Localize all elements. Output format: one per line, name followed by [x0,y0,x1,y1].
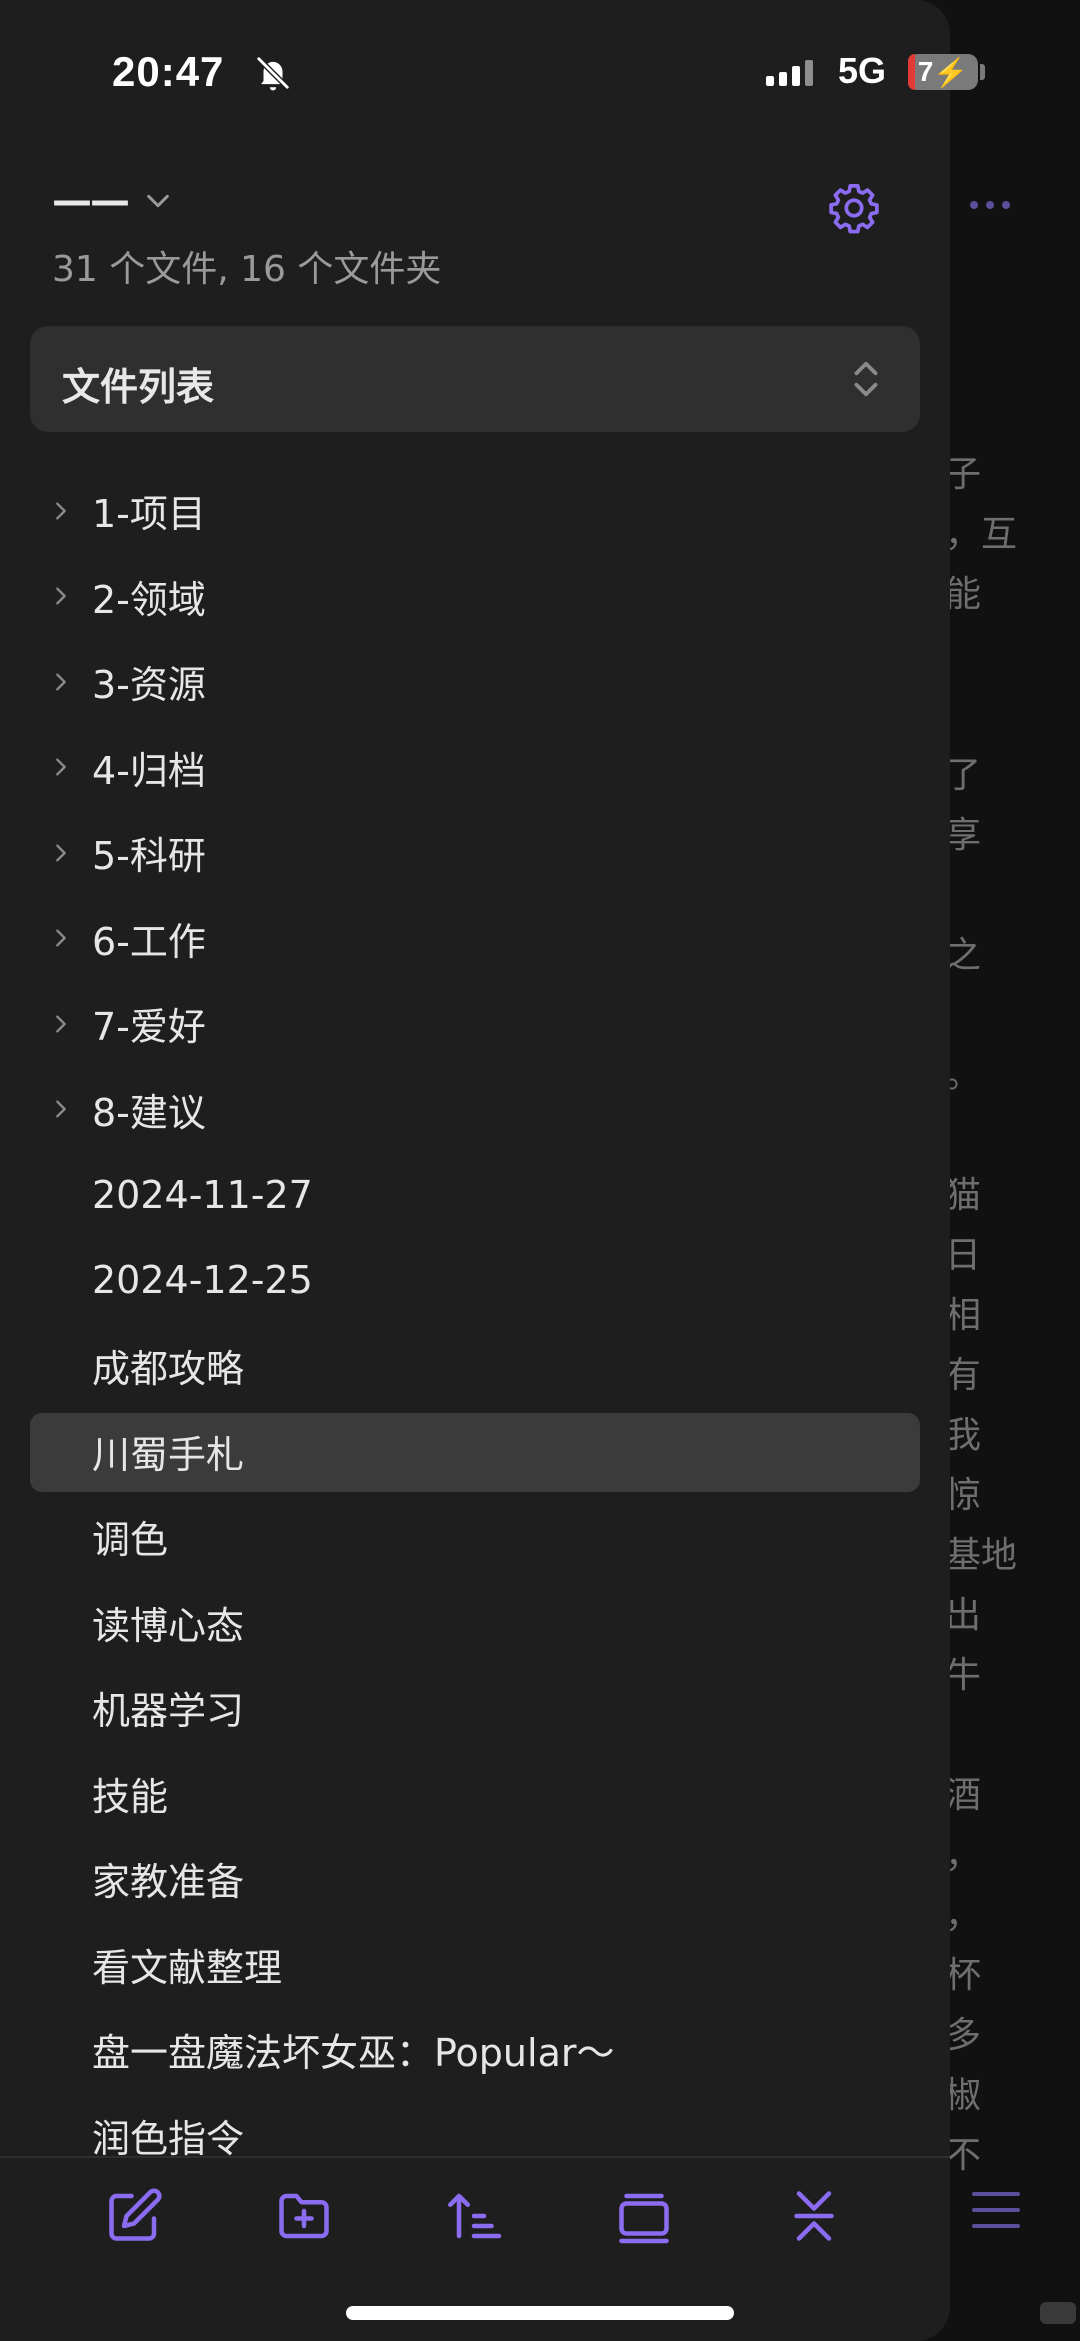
tree-item-label: 家教准备 [92,1860,245,1905]
tree-item-label: 技能 [92,1774,169,1819]
chevron-right-icon[interactable] [50,671,72,693]
bg-text: 之 [945,935,982,976]
charging-bolt-icon: ⚡ [933,56,969,88]
file-item[interactable]: 2024-12-25 [0,1238,950,1324]
file-item[interactable]: 调色 [0,1494,950,1580]
file-item[interactable]: 成都攻略 [0,1323,950,1409]
tree-item-label: 3-资源 [92,663,206,708]
file-item[interactable]: 技能 [0,1751,950,1837]
tree-item-label: 盘一盘魔法坏女巫：Popular～ [92,2031,615,2076]
tree-item-label: 7-爱好 [92,1005,206,1050]
new-note-icon[interactable] [104,2186,164,2246]
file-item[interactable]: 盘一盘魔法坏女巫：Popular～ [0,2007,950,2093]
file-tree: 1-项目 2-领域 3-资源 4-归档 5-科研 6-工作 7-爱好 8-建议 2024-11-… [0,468,950,2178]
file-item[interactable]: 机器学习 [0,1665,950,1751]
tree-item-label: 2024-11-27 [92,1172,313,1217]
vault-file-counts: 31 个文件, 16 个文件夹 [52,249,442,290]
chevron-right-icon[interactable] [50,585,72,607]
bg-text: 有 [945,1355,982,1396]
folder-item[interactable]: 4-归档 [0,725,950,811]
battery-tip [980,64,985,80]
tree-item-label: 8-建议 [92,1090,206,1135]
tree-item-label: 看文献整理 [92,1945,283,1990]
home-indicator[interactable] [346,2306,734,2320]
bg-text: 猫 [945,1175,982,1216]
bg-text: ， [945,1895,982,1936]
tree-item-label: 2024-12-25 [92,1258,313,1303]
network-type: 5G [838,50,887,91]
bg-text: 了 [945,755,982,796]
status-bar: 20:47 5G 7 ⚡ [0,40,1080,110]
bg-text: 。 [945,1055,982,1096]
bg-text: 牛 [945,1655,982,1696]
chevron-right-icon[interactable] [50,842,72,864]
tree-item-label: 调色 [92,1518,169,1563]
bg-text: 相 [945,1295,982,1336]
folder-item[interactable]: 8-建议 [0,1067,950,1153]
tree-item-label: 川蜀手札 [92,1432,245,1477]
file-item[interactable]: 读博心态 [0,1580,950,1666]
chevron-up-down-icon [854,361,878,397]
tree-item-label: 机器学习 [92,1689,245,1734]
bg-text: 酒 [945,1775,982,1816]
tree-item-label: 6-工作 [92,919,206,964]
file-item[interactable]: 看文献整理 [0,1922,950,2008]
folder-item[interactable]: 3-资源 [0,639,950,725]
battery-level: 7 [917,56,934,87]
bg-text: 我 [945,1415,982,1456]
bell-slash-icon [256,56,290,91]
folder-item[interactable]: 1-项目 [0,468,950,554]
folder-item[interactable]: 7-爱好 [0,981,950,1067]
bg-text: 日 [945,1235,982,1276]
vault-name: —— [52,178,130,224]
tree-item-label: 读博心态 [92,1603,245,1648]
file-item[interactable]: 家教准备 [0,1836,950,1922]
bg-text: 惊 [945,1475,982,1516]
chevron-right-icon[interactable] [50,500,72,522]
tree-item-label: 1-项目 [92,492,206,537]
view-selector-label: 文件列表 [62,365,215,409]
bg-text: 不 [945,2135,982,2176]
menu-icon[interactable] [972,2192,1020,2240]
view-selector[interactable]: 文件列表 [30,326,920,432]
signal-strength-icon [766,60,813,86]
bg-text: ， [945,1835,982,1876]
chevron-right-icon[interactable] [50,1013,72,1035]
sort-order-icon[interactable] [444,2186,504,2246]
file-explorer-drawer: —— 31 个文件, 16 个文件夹 文件列表 1-项目 2-领域 3-资源 4-归档… [0,0,950,2341]
tree-item-label: 2-领域 [92,577,206,622]
bg-text: 子 [945,454,982,495]
collapse-all-icon[interactable] [784,2186,844,2246]
settings-gear-icon[interactable] [826,180,882,236]
folder-item[interactable]: 6-工作 [0,896,950,982]
bg-text: 多 [945,2015,982,2056]
chevron-down-icon [147,194,169,208]
tree-item-label: 5-科研 [92,834,206,879]
file-item[interactable]: 2024-11-27 [0,1152,950,1238]
battery-icon: 7 ⚡ [908,54,978,90]
chevron-right-icon[interactable] [50,756,72,778]
tree-item-label: 4-归档 [92,748,206,793]
bg-text: 椒 [945,2075,982,2116]
file-item[interactable]: 川蜀手札 [0,1409,950,1495]
bg-text: 能 [945,574,982,615]
tree-item-label: 润色指令 [92,2116,245,2161]
chevron-right-icon[interactable] [50,1098,72,1120]
bg-text: 出 [945,1595,982,1636]
bg-text: ，互 [945,514,1018,555]
folder-item[interactable]: 2-领域 [0,554,950,640]
folder-item[interactable]: 5-科研 [0,810,950,896]
auto-reveal-icon[interactable] [614,2186,674,2246]
bg-text: 杯 [945,1955,982,1996]
more-options-icon[interactable] [970,190,1030,220]
bg-text: 基地 [945,1535,1018,1576]
vault-switcher[interactable]: —— [52,178,172,224]
tree-item-label: 成都攻略 [92,1347,245,1392]
status-time: 20:47 [112,48,225,95]
new-folder-icon[interactable] [274,2186,334,2246]
watermark-badge [1040,2302,1076,2324]
bg-text: 享 [945,815,982,856]
chevron-right-icon[interactable] [50,927,72,949]
